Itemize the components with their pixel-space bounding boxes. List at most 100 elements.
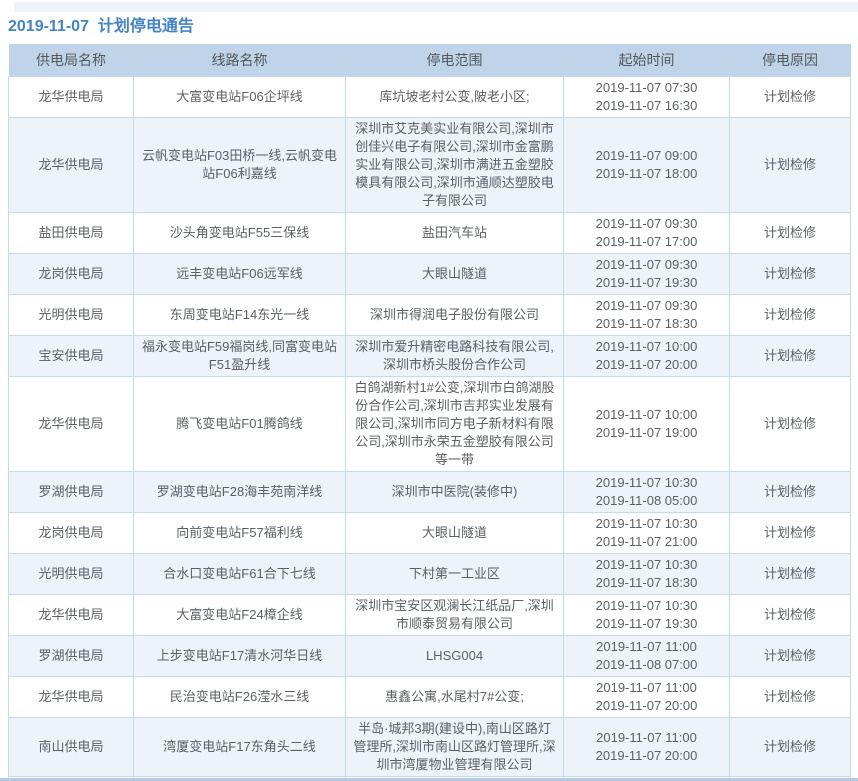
cell-bureau: 龙岗供电局 [9,513,134,554]
cell-reason: 计划检修 [730,213,851,254]
end-time: 2019-11-08 07:00 [570,656,723,674]
page-title: 2019-11-07 计划停电通告 [8,17,858,37]
cell-reason: 计划检修 [730,336,851,377]
cell-line: 湾厦变电站F17东角头二线 [134,718,346,777]
end-time: 2019-11-07 19:30 [570,274,723,292]
cell-bureau: 光明供电局 [9,554,134,595]
start-time: 2019-11-07 11:00 [570,729,723,747]
cell-bureau: 龙华供电局 [9,595,134,636]
cell-reason: 计划检修 [730,472,851,513]
table-row: 龙华供电局 大富变电站F06企坪线 库坑坡老村公变,陂老小区; 2019-11-… [9,77,851,118]
start-time: 2019-11-07 09:30 [570,256,723,274]
column-header-time: 起始时间 [564,44,730,77]
start-time: 2019-11-07 09:30 [570,215,723,233]
end-time: 2019-11-07 21:00 [570,533,723,551]
cell-bureau: 盐田供电局 [9,213,134,254]
cell-reason: 计划检修 [730,295,851,336]
start-time: 2019-11-07 10:30 [570,556,723,574]
start-time: 2019-11-07 10:00 [570,338,723,356]
end-time: 2019-11-07 20:00 [570,697,723,715]
top-divider [14,2,858,12]
cell-bureau: 龙华供电局 [9,77,134,118]
cell-bureau: 龙岗供电局 [9,254,134,295]
cell-time: 2019-11-07 11:00 2019-11-07 20:00 [564,677,730,718]
cell-time: 2019-11-07 09:30 2019-11-07 17:00 [564,213,730,254]
cell-reason: 计划检修 [730,377,851,472]
column-header-reason: 停电原因 [730,44,851,77]
cell-time: 2019-11-07 10:00 2019-11-07 19:00 [564,377,730,472]
start-time: 2019-11-07 07:30 [570,79,723,97]
end-time: 2019-11-07 18:00 [570,165,723,183]
table-row: 龙岗供电局 向前变电站F57福利线 大眼山隧道 2019-11-07 10:30… [9,513,851,554]
table-row: 盐田供电局 沙头角变电站F55三保线 盐田汽车站 2019-11-07 09:3… [9,213,851,254]
table-row: 龙华供电局 大富变电站F24樟企线 深圳市宝安区观澜长江纸品厂,深圳市顺泰贸易有… [9,595,851,636]
cell-time: 2019-11-07 09:00 2019-11-07 18:00 [564,118,730,213]
cell-time: 2019-11-07 10:30 2019-11-07 18:30 [564,554,730,595]
cell-time: 2019-11-07 09:30 2019-11-07 19:30 [564,254,730,295]
table-header: 供电局名称 线路名称 停电范围 起始时间 停电原因 [9,44,851,77]
cell-scope: 库坑坡老村公变,陂老小区; [346,77,564,118]
cell-reason: 计划检修 [730,118,851,213]
cell-scope: 盐田汽车站 [346,213,564,254]
end-time: 2019-11-07 20:00 [570,747,723,765]
cell-reason: 计划检修 [730,254,851,295]
table-row: 龙华供电局 腾飞变电站F01腾鸽线 白鸽湖新村1#公变,深圳市白鸽湖股份合作公司… [9,377,851,472]
start-time: 2019-11-07 10:30 [570,474,723,492]
cell-bureau: 龙华供电局 [9,118,134,213]
cell-time: 2019-11-07 11:00 2019-11-07 20:00 [564,718,730,777]
cell-scope: 白鸽湖新村1#公变,深圳市白鸽湖股份合作公司,深圳市吉邦实业发展有限公司,深圳市… [346,377,564,472]
start-time: 2019-11-07 09:00 [570,147,723,165]
cell-scope: 惠鑫公寓,水尾村7#公变; [346,677,564,718]
cell-line: 民治变电站F26滢水三线 [134,677,346,718]
column-header-bureau: 供电局名称 [9,44,134,77]
cell-line: 福永变电站F59福岗线,同富变电站F51盈升线 [134,336,346,377]
table-row: 龙华供电局 民治变电站F26滢水三线 惠鑫公寓,水尾村7#公变; 2019-11… [9,677,851,718]
cell-scope: 深圳市宝安区观澜长江纸品厂,深圳市顺泰贸易有限公司 [346,595,564,636]
outage-table: 供电局名称 线路名称 停电范围 起始时间 停电原因 龙华供电局 大富变电站F06… [8,44,851,781]
cell-bureau: 光明供电局 [9,295,134,336]
cell-reason: 计划检修 [730,554,851,595]
start-time: 2019-11-07 11:00 [570,679,723,697]
cell-scope: 深圳市中医院(装修中) [346,472,564,513]
cell-scope: 下村第一工业区 [346,554,564,595]
cell-reason: 计划检修 [730,77,851,118]
cell-time: 2019-11-07 10:30 2019-11-08 05:00 [564,472,730,513]
cell-bureau: 南山供电局 [9,718,134,777]
table-row: 光明供电局 东周变电站F14东光一线 深圳市得润电子股份有限公司 2019-11… [9,295,851,336]
column-header-line: 线路名称 [134,44,346,77]
start-time: 2019-11-07 10:00 [570,406,723,424]
table-row: 罗湖供电局 罗湖变电站F28海丰苑南洋线 深圳市中医院(装修中) 2019-11… [9,472,851,513]
cell-reason: 计划检修 [730,677,851,718]
cell-scope: 大眼山隧道 [346,513,564,554]
cell-reason: 计划检修 [730,595,851,636]
end-time: 2019-11-07 17:00 [570,233,723,251]
end-time: 2019-11-07 16:30 [570,97,723,115]
cell-reason: 计划检修 [730,718,851,777]
cell-scope: 深圳市得润电子股份有限公司 [346,295,564,336]
cell-line: 云帆变电站F03田桥一线,云帆变电站F06利嘉线 [134,118,346,213]
end-time: 2019-11-07 19:00 [570,424,723,442]
table-row: 光明供电局 合水口变电站F61合下七线 下村第一工业区 2019-11-07 1… [9,554,851,595]
cell-bureau: 罗湖供电局 [9,636,134,677]
cell-scope: 深圳市爱升精密电路科技有限公司,深圳市桥头股份合作公司 [346,336,564,377]
cell-time: 2019-11-07 10:30 2019-11-07 21:00 [564,513,730,554]
cell-line: 腾飞变电站F01腾鸽线 [134,377,346,472]
cell-scope: 深圳市艾克美实业有限公司,深圳市创佳兴电子有限公司,深圳市金富鹏实业有限公司,深… [346,118,564,213]
cell-time: 2019-11-07 09:30 2019-11-07 18:30 [564,295,730,336]
cell-line: 远丰变电站F06远军线 [134,254,346,295]
end-time: 2019-11-08 05:00 [570,492,723,510]
cell-bureau: 龙华供电局 [9,377,134,472]
column-header-scope: 停电范围 [346,44,564,77]
end-time: 2019-11-07 18:30 [570,574,723,592]
cell-line: 向前变电站F57福利线 [134,513,346,554]
cell-bureau: 宝安供电局 [9,336,134,377]
cell-time: 2019-11-07 07:30 2019-11-07 16:30 [564,77,730,118]
table-row: 龙岗供电局 远丰变电站F06远军线 大眼山隧道 2019-11-07 09:30… [9,254,851,295]
table-row: 罗湖供电局 上步变电站F17清水河华日线 LHSG004 2019-11-07 … [9,636,851,677]
table-row: 宝安供电局 福永变电站F59福岗线,同富变电站F51盈升线 深圳市爱升精密电路科… [9,336,851,377]
start-time: 2019-11-07 10:30 [570,597,723,615]
cell-time: 2019-11-07 10:30 2019-11-07 19:30 [564,595,730,636]
cell-time: 2019-11-07 11:00 2019-11-08 07:00 [564,636,730,677]
end-time: 2019-11-07 18:30 [570,315,723,333]
start-time: 2019-11-07 10:30 [570,515,723,533]
